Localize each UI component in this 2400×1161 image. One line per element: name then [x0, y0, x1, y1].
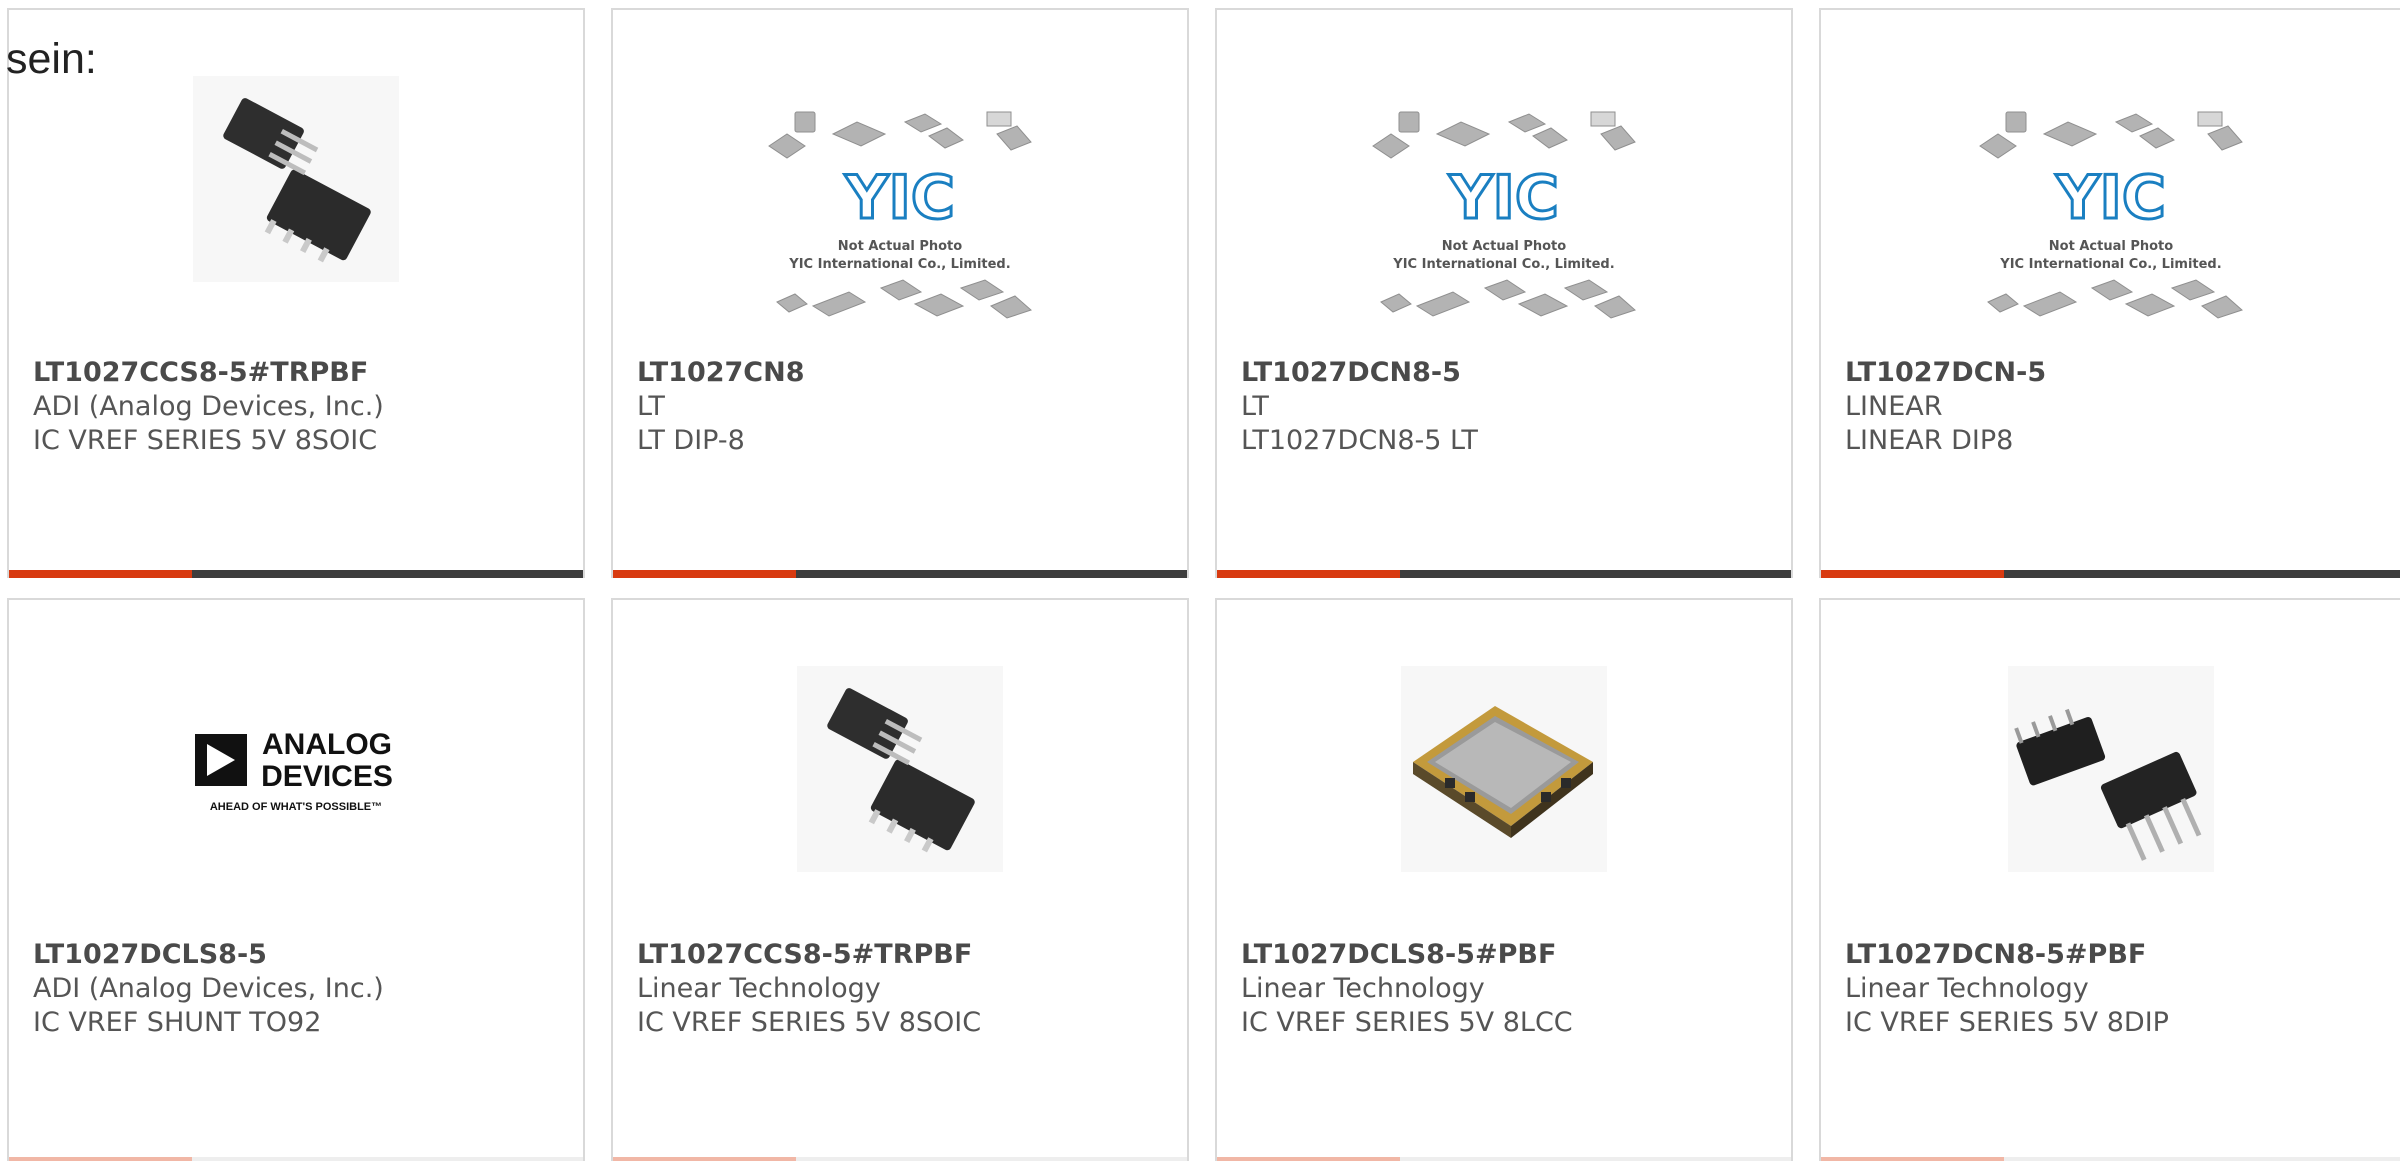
logo-tagline: AHEAD OF WHAT'S POSSIBLE™: [210, 801, 382, 813]
placeholder-line-2: YIC International Co., Limited.: [1392, 257, 1614, 272]
part-number[interactable]: LT1027CN8: [637, 356, 1167, 390]
part-number[interactable]: LT1027CCS8-5#TRPBF: [33, 356, 563, 390]
description: IC VREF SERIES 5V 8LCC: [1241, 1007, 1573, 1038]
product-image[interactable]: YIC Not Actual Photo YIC International C…: [1369, 100, 1639, 340]
product-card[interactable]: YIC Not Actual Photo YIC International C…: [1215, 8, 1793, 578]
description: IC VREF SERIES 5V 8SOIC: [33, 425, 378, 456]
yic-logo: YIC: [2055, 163, 2166, 233]
product-info: LT1027CCS8-5#TRPBF ADI (Analog Devices, …: [33, 356, 563, 458]
part-number[interactable]: LT1027DCN8-5: [1241, 356, 1771, 390]
card-bottom-bar: [1217, 1157, 1791, 1161]
soic-chip-icon: [193, 76, 399, 282]
card-accent-bar: [1217, 1157, 1400, 1161]
placeholder-line-1: Not Actual Photo: [2048, 239, 2172, 254]
card-accent-bar: [1821, 1157, 2004, 1161]
part-number[interactable]: LT1027CCS8-5#TRPBF: [637, 938, 1167, 972]
dip-chip-icon: [2007, 666, 2214, 872]
description: IC VREF SERIES 5V 8DIP: [1845, 1007, 2169, 1038]
description: LINEAR DIP8: [1845, 425, 2014, 456]
product-info: LT1027CCS8-5#TRPBF Linear Technology IC …: [637, 938, 1167, 1040]
manufacturer: LINEAR: [1845, 391, 1943, 422]
logo-line-1: ANALOG: [262, 728, 392, 761]
manufacturer: Linear Technology: [637, 973, 881, 1004]
product-info: LT1027DCLS8-5#PBF Linear Technology IC V…: [1241, 938, 1771, 1040]
description: LT DIP-8: [637, 425, 745, 456]
manufacturer: Linear Technology: [1845, 973, 2089, 1004]
placeholder-line-2: YIC International Co., Limited.: [1999, 257, 2221, 272]
product-info: LT1027CN8 LT LT DIP-8: [637, 356, 1167, 458]
card-accent-bar: [9, 1157, 192, 1161]
product-info: LT1027DCLS8-5 ADI (Analog Devices, Inc.)…: [33, 938, 563, 1040]
card-bottom-bar: [9, 570, 583, 578]
card-bottom-bar: [613, 570, 1187, 578]
card-accent-bar: [613, 1157, 796, 1161]
product-image[interactable]: YIC Not Actual Photo YIC International C…: [765, 100, 1035, 340]
product-info: LT1027DCN-5 LINEAR LINEAR DIP8: [1845, 356, 2380, 458]
product-image[interactable]: [2007, 666, 2214, 872]
card-bottom-bar: [1821, 1157, 2400, 1161]
product-card[interactable]: YIC Not Actual Photo YIC International C…: [611, 8, 1189, 578]
product-image[interactable]: [193, 76, 399, 282]
product-image[interactable]: ANALOG DEVICES AHEAD OF WHAT'S POSSIBLE™: [193, 666, 399, 872]
card-accent-bar: [613, 570, 796, 578]
manufacturer: ADI (Analog Devices, Inc.): [33, 973, 384, 1004]
card-bottom-bar: [9, 1157, 583, 1161]
manufacturer: Linear Technology: [1241, 973, 1485, 1004]
part-number[interactable]: LT1027DCLS8-5: [33, 938, 563, 972]
product-card[interactable]: LT1027CCS8-5#TRPBF Linear Technology IC …: [611, 598, 1189, 1161]
logo-line-2: DEVICES: [261, 760, 393, 793]
product-info: LT1027DCN8-5 LT LT1027DCN8-5 LT: [1241, 356, 1771, 458]
product-card[interactable]: LT1027CCS8-5#TRPBF ADI (Analog Devices, …: [7, 8, 585, 578]
manufacturer: LT: [637, 391, 665, 422]
not-actual-photo-placeholder-icon: YIC Not Actual Photo YIC International C…: [768, 111, 1032, 319]
not-actual-photo-placeholder-icon: YIC Not Actual Photo YIC International C…: [1978, 111, 2243, 319]
card-accent-bar: [1821, 570, 2004, 578]
not-actual-photo-placeholder-icon: YIC Not Actual Photo YIC International C…: [1372, 111, 1636, 319]
card-accent-bar: [9, 570, 192, 578]
yic-logo: YIC: [1448, 163, 1559, 233]
product-grid: LT1027CCS8-5#TRPBF ADI (Analog Devices, …: [0, 0, 2400, 1161]
card-bottom-bar: [613, 1157, 1187, 1161]
description: IC VREF SHUNT TO92: [33, 1007, 322, 1038]
product-info: LT1027DCN8-5#PBF Linear Technology IC VR…: [1845, 938, 2380, 1040]
yic-logo: YIC: [844, 163, 955, 233]
card-bottom-bar: [1217, 570, 1791, 578]
placeholder-line-1: Not Actual Photo: [1442, 239, 1566, 254]
product-image[interactable]: YIC Not Actual Photo YIC International C…: [1976, 100, 2246, 340]
part-number[interactable]: LT1027DCLS8-5#PBF: [1241, 938, 1771, 972]
placeholder-line-2: YIC International Co., Limited.: [788, 257, 1010, 272]
description: IC VREF SERIES 5V 8SOIC: [637, 1007, 982, 1038]
part-number[interactable]: LT1027DCN8-5#PBF: [1845, 938, 2380, 972]
product-card[interactable]: ANALOG DEVICES AHEAD OF WHAT'S POSSIBLE™…: [7, 598, 585, 1161]
product-card[interactable]: LT1027DCN8-5#PBF Linear Technology IC VR…: [1819, 598, 2400, 1161]
manufacturer: LT: [1241, 391, 1269, 422]
lcc-chip-icon: [1401, 666, 1607, 872]
product-card[interactable]: YIC Not Actual Photo YIC International C…: [1819, 8, 2400, 578]
placeholder-line-1: Not Actual Photo: [838, 239, 962, 254]
card-accent-bar: [1217, 570, 1400, 578]
product-image[interactable]: [797, 666, 1003, 872]
card-bottom-bar: [1821, 570, 2400, 578]
description: LT1027DCN8-5 LT: [1241, 425, 1478, 456]
manufacturer: ADI (Analog Devices, Inc.): [33, 391, 384, 422]
soic-chip-icon: [797, 666, 1003, 872]
analog-devices-logo: ANALOG DEVICES AHEAD OF WHAT'S POSSIBLE™: [195, 728, 393, 813]
product-image[interactable]: [1401, 666, 1607, 872]
intro-text: sein:: [6, 35, 97, 83]
part-number[interactable]: LT1027DCN-5: [1845, 356, 2380, 390]
product-card[interactable]: LT1027DCLS8-5#PBF Linear Technology IC V…: [1215, 598, 1793, 1161]
